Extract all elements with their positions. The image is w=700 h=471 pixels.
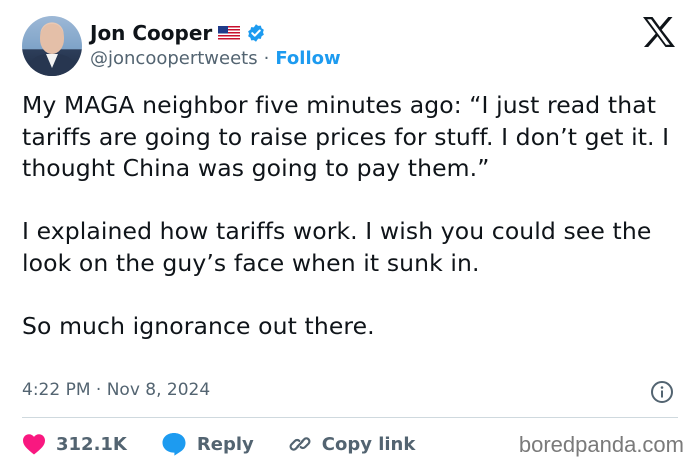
author-name-row: Jon Cooper	[90, 20, 266, 46]
divider	[22, 417, 678, 418]
avatar-face	[40, 24, 64, 54]
author-display-name[interactable]: Jon Cooper	[90, 21, 212, 45]
reply-bubble-icon	[162, 433, 186, 456]
likes-count: 312.1K	[56, 433, 127, 455]
author-handle[interactable]: @joncoopertweets	[90, 48, 258, 69]
us-flag-icon	[218, 25, 241, 41]
tweet-timestamp[interactable]: 4:22 PM · Nov 8, 2024	[22, 380, 210, 400]
handle-separator: ·	[263, 48, 270, 69]
watermark: boredpanda.com	[518, 432, 684, 457]
copy-link-label: Copy link	[321, 433, 416, 455]
link-icon	[289, 437, 311, 451]
verified-badge-icon	[248, 24, 265, 42]
heart-icon	[23, 434, 45, 455]
copy-link-button[interactable]: Copy link	[288, 432, 416, 456]
follow-button[interactable]: Follow	[275, 48, 340, 69]
tweet-text: My MAGA neighbor five minutes ago: “I ju…	[22, 91, 670, 340]
reply-button[interactable]: Reply	[161, 432, 254, 456]
info-icon[interactable]	[650, 380, 674, 404]
avatar[interactable]	[22, 16, 82, 76]
reply-label: Reply	[196, 433, 254, 455]
author-handle-row: @joncoopertweets · Follow	[90, 48, 341, 69]
like-button[interactable]: 312.1K	[22, 433, 127, 455]
action-bar: 312.1K Reply Copy link	[22, 428, 449, 460]
x-logo-icon[interactable]	[642, 17, 675, 47]
